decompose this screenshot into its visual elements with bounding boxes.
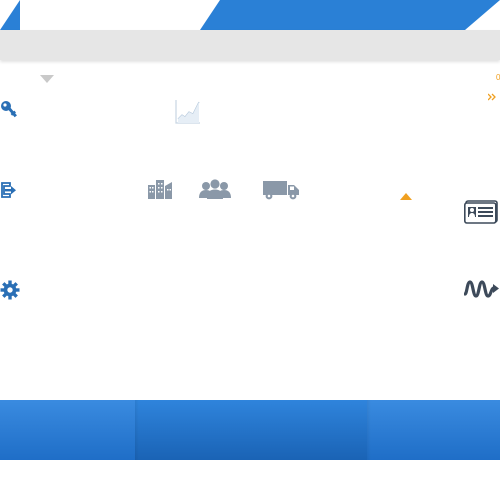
corner-value: 0: [496, 73, 500, 82]
footer-center-panel: [135, 400, 367, 460]
sign-in-icon[interactable]: [0, 181, 18, 199]
chart-icon[interactable]: [175, 99, 201, 124]
dropdown-caret-icon[interactable]: [40, 75, 54, 84]
key-icon[interactable]: [0, 100, 18, 120]
sub-header-bar: [0, 30, 500, 60]
header-accent-right: [200, 0, 500, 30]
id-card-icon[interactable]: [464, 200, 498, 224]
top-header: [0, 0, 500, 30]
footer-band: [0, 400, 500, 460]
buildings-icon[interactable]: [147, 179, 173, 199]
footer-divider-right: [367, 400, 371, 460]
caret-up-icon[interactable]: [400, 193, 412, 201]
signal-wave-icon[interactable]: [464, 279, 500, 299]
truck-icon[interactable]: [262, 180, 300, 200]
header-accent-left: [0, 0, 20, 30]
double-chevron-right-icon[interactable]: [488, 93, 496, 101]
footer-divider-left: [135, 400, 139, 460]
gear-icon[interactable]: [0, 280, 20, 300]
people-icon[interactable]: [199, 179, 231, 199]
